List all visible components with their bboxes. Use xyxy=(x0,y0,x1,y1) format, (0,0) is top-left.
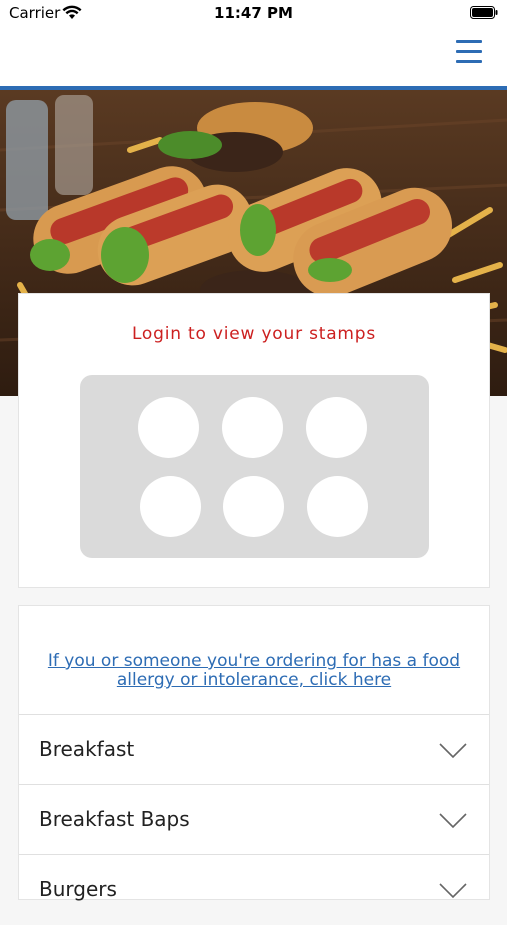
stamp-slot xyxy=(223,476,284,537)
category-label: Burgers xyxy=(39,877,117,901)
chevron-down-icon xyxy=(439,883,467,899)
category-row-breakfast[interactable]: Breakfast xyxy=(19,714,489,785)
category-row-burgers[interactable]: Burgers xyxy=(19,854,489,925)
stamp-slot xyxy=(307,476,368,537)
stamp-slot xyxy=(222,397,283,458)
hamburger-menu-icon[interactable] xyxy=(456,40,482,64)
stamp-slot xyxy=(140,476,201,537)
stamp-grid xyxy=(80,375,429,558)
category-label: Breakfast Baps xyxy=(39,807,190,831)
stamps-login-prompt[interactable]: Login to view your stamps xyxy=(19,324,489,344)
category-label: Breakfast xyxy=(39,737,135,761)
chevron-down-icon xyxy=(439,813,467,829)
stamp-slot xyxy=(138,397,199,458)
stamp-card: Login to view your stamps xyxy=(18,293,490,588)
chevron-down-icon xyxy=(439,743,467,759)
stamp-slot xyxy=(306,397,367,458)
category-row-breakfast-baps[interactable]: Breakfast Baps xyxy=(19,784,489,855)
app-header xyxy=(0,30,507,90)
status-bar: Carrier 11:47 PM xyxy=(0,0,507,30)
battery-icon xyxy=(470,6,498,19)
allergy-info-link[interactable]: If you or someone you're ordering for ha… xyxy=(39,652,469,690)
clock: 11:47 PM xyxy=(214,4,293,22)
menu-card: If you or someone you're ordering for ha… xyxy=(18,605,490,901)
